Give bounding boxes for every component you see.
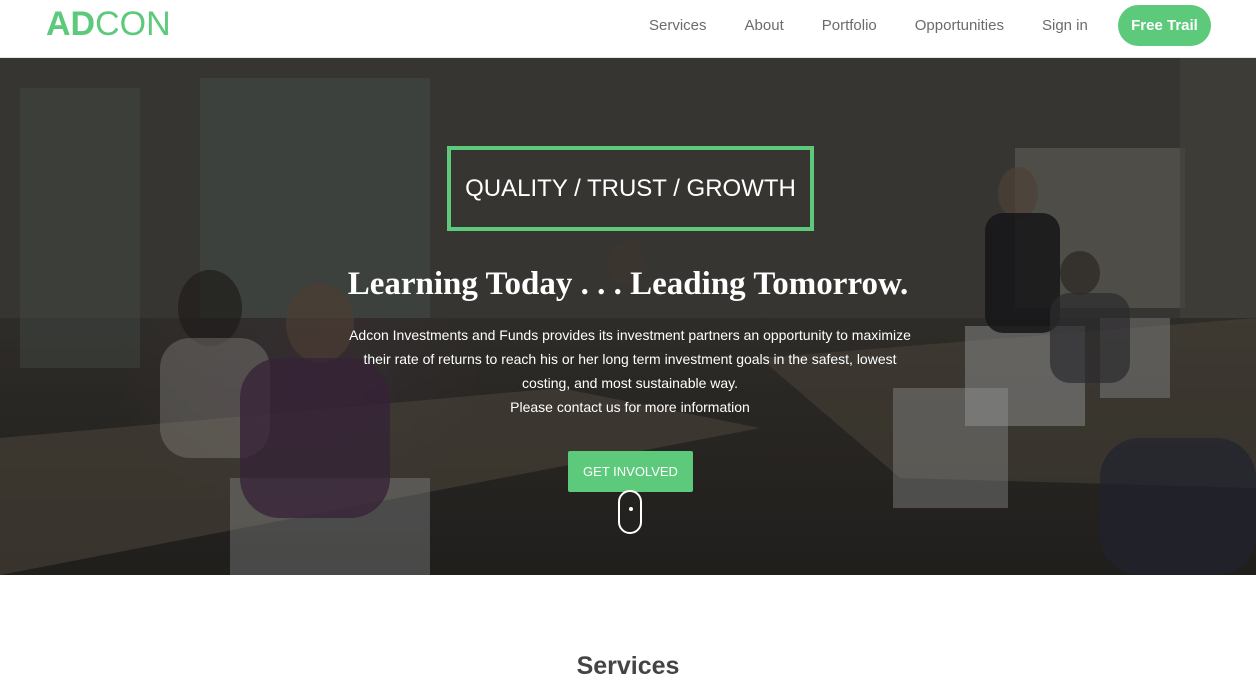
hero-description-line: Please contact us for more information	[510, 399, 750, 415]
mouse-scroll-wheel	[629, 507, 633, 511]
nav-link-portfolio[interactable]: Portfolio	[803, 0, 896, 52]
free-trial-button[interactable]: Free Trail	[1118, 5, 1211, 46]
hero-title: Learning Today . . . Leading Tomorrow.	[347, 266, 909, 302]
nav-link-services[interactable]: Services	[630, 0, 726, 52]
get-involved-button[interactable]: GET INVOLVED	[568, 451, 693, 492]
nav-link-opportunities[interactable]: Opportunities	[896, 0, 1023, 52]
navbar: ADCON Services About Portfolio Opportuni…	[0, 0, 1256, 58]
nav-menu: Services About Portfolio Opportunities S…	[630, 0, 1107, 52]
brand-logo-part2: CON	[95, 5, 171, 43]
nav-link-sign-in[interactable]: Sign in	[1023, 0, 1107, 52]
hero-description: Adcon Investments and Funds provides its…	[340, 323, 920, 419]
mouse-scroll-icon[interactable]	[618, 490, 642, 534]
brand-logo-part1: AD	[46, 5, 96, 43]
hero-description-line: their rate of returns to reach his or he…	[363, 351, 897, 367]
hero-description-line: Adcon Investments and Funds provides its…	[349, 327, 911, 343]
tagline-frame: QUALITY / TRUST / GROWTH	[447, 146, 814, 231]
hero-description-line: costing, and most sustainable way.	[521, 375, 739, 391]
nav-link-about[interactable]: About	[726, 0, 803, 52]
brand-logo[interactable]: ADCON	[46, 4, 171, 44]
services-heading: Services	[576, 652, 680, 680]
hero-section: QUALITY / TRUST / GROWTH Learning Today …	[0, 58, 1256, 575]
hero-tagline: QUALITY / TRUST / GROWTH	[465, 174, 796, 202]
